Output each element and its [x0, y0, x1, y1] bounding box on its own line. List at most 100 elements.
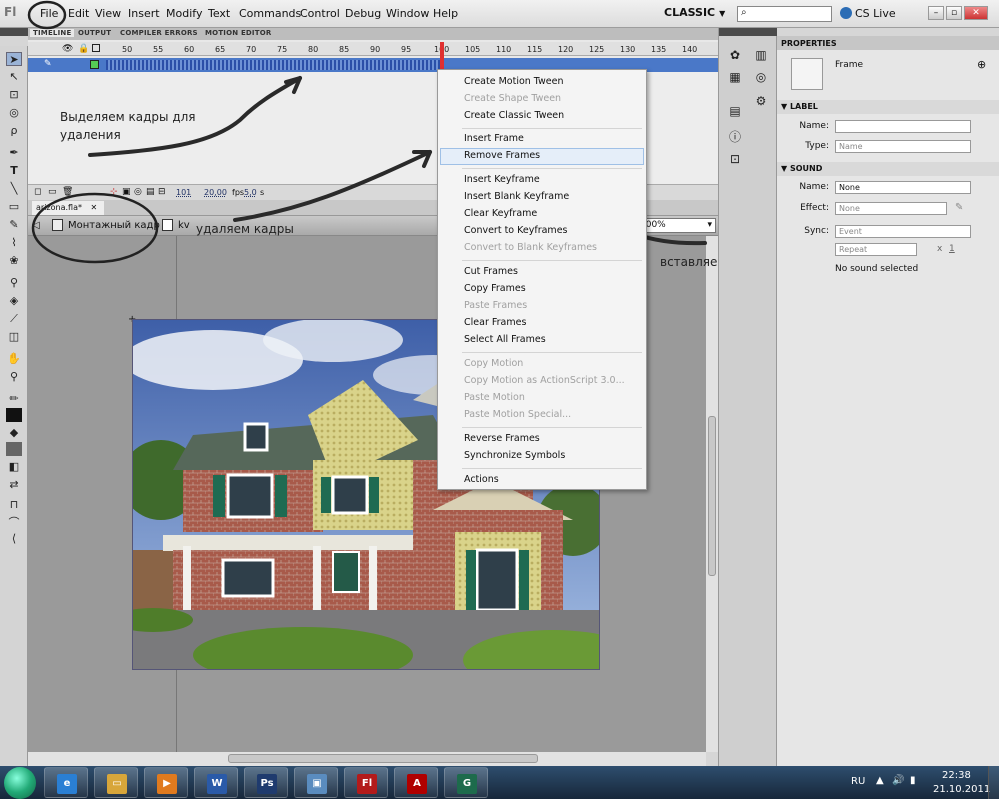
info-panel-icon[interactable]: ⓘ — [727, 128, 743, 144]
tab-motion-editor[interactable]: MOTION EDITOR — [205, 29, 271, 37]
repeat-times[interactable]: 1 — [949, 244, 955, 254]
language-indicator[interactable]: RU — [851, 776, 865, 787]
menu-item-synchronize-symbols[interactable]: Synchronize Symbols — [464, 450, 565, 461]
menu-item-convert-to-keyframes[interactable]: Convert to Keyframes — [464, 225, 567, 236]
eye-icon[interactable]: 👁 — [62, 44, 73, 54]
new-layer-icon[interactable]: ◻ — [34, 187, 41, 197]
pencil-tool-icon[interactable]: ✎ — [6, 218, 22, 232]
library-panel-icon[interactable]: ▥ — [753, 48, 769, 64]
taskbar-app[interactable]: ▶ — [144, 767, 188, 798]
taskbar-app[interactable]: G — [444, 767, 488, 798]
sound-name-select[interactable]: None — [835, 181, 971, 194]
section-label[interactable]: ▼ LABEL — [777, 100, 999, 114]
back-arrow-icon[interactable]: ◁ — [32, 220, 40, 231]
taskbar-app[interactable]: Fl — [344, 767, 388, 798]
taskbar-app[interactable]: ▭ — [94, 767, 138, 798]
menu-item-remove-frames[interactable]: Remove Frames — [464, 150, 540, 161]
menu-item-insert-frame[interactable]: Insert Frame — [464, 133, 524, 144]
menu-item-clear-frames[interactable]: Clear Frames — [464, 317, 526, 328]
show-desktop-button[interactable] — [988, 766, 999, 799]
fill-color-icon[interactable]: ◆ — [6, 426, 22, 440]
close-button[interactable]: ✕ — [964, 6, 988, 20]
zoom-select[interactable]: 100% ▾ — [636, 218, 716, 233]
fill-color-swatch[interactable] — [6, 442, 22, 456]
vertical-scrollbar[interactable] — [706, 236, 718, 752]
edit-multiple-icon[interactable]: ▤ — [146, 187, 155, 197]
menu-edit[interactable]: Edit — [68, 7, 89, 20]
document-tab[interactable]: arizona.fla* ✕ — [32, 201, 104, 215]
lasso-tool-icon[interactable]: ρ — [6, 124, 22, 138]
code-snippets-icon[interactable]: ⚙ — [753, 94, 769, 110]
paint-bucket-tool-icon[interactable]: ◈ — [6, 294, 22, 308]
scroll-thumb[interactable] — [228, 754, 538, 763]
maximize-button[interactable]: ▫ — [946, 6, 962, 20]
edit-pencil-icon[interactable]: ✎ — [955, 202, 963, 213]
taskbar-app[interactable]: e — [44, 767, 88, 798]
menu-item-insert-keyframe[interactable]: Insert Keyframe — [464, 174, 540, 185]
menu-debug[interactable]: Debug — [345, 7, 381, 20]
lock-icon[interactable]: 🔒 — [78, 44, 89, 54]
scroll-thumb[interactable] — [708, 416, 716, 576]
eraser-tool-icon[interactable]: ◫ — [6, 330, 22, 344]
clock-date[interactable]: 21.10.2011 — [933, 784, 990, 795]
snap-magnet-icon[interactable]: ⊓ — [6, 498, 22, 512]
sync-select[interactable]: Event — [835, 225, 971, 238]
text-tool-icon[interactable]: T — [6, 164, 22, 178]
frame-ruler[interactable]: 👁 🔒 50 55 60 65 70 75 80 85 90 95 100 10… — [28, 42, 718, 56]
bone-tool-icon[interactable]: ⚲ — [6, 276, 22, 290]
selection-tool-icon[interactable]: ➤ — [6, 52, 22, 66]
effect-select[interactable]: None — [835, 202, 947, 215]
tray-up-icon[interactable]: ▲ — [876, 775, 884, 786]
smooth-icon[interactable]: ⌒ — [6, 516, 22, 530]
delete-layer-icon[interactable]: 🗑 — [62, 187, 73, 197]
label-type-select[interactable]: Name — [835, 140, 971, 153]
tab-output[interactable]: OUTPUT — [78, 29, 111, 37]
help-icon[interactable]: ⊕ — [977, 58, 986, 71]
onion-outline-icon[interactable]: ◎ — [134, 187, 142, 197]
speaker-icon[interactable]: 🔊 — [892, 775, 904, 786]
transform-panel-icon[interactable]: ⊡ — [727, 152, 743, 168]
rectangle-tool-icon[interactable]: ▭ — [6, 200, 22, 214]
repeat-select[interactable]: Repeat — [835, 243, 917, 256]
menu-item-insert-blank-keyframe[interactable]: Insert Blank Keyframe — [464, 191, 569, 202]
frame-rate[interactable]: 20,00 — [204, 188, 227, 197]
stroke-color-swatch[interactable] — [6, 408, 22, 422]
menu-modify[interactable]: Modify — [166, 7, 202, 20]
menu-window[interactable]: Window — [386, 7, 429, 20]
minimize-button[interactable]: – — [928, 6, 944, 20]
free-transform-tool-icon[interactable]: ⊡ — [6, 88, 22, 102]
selected-frames[interactable] — [106, 60, 442, 70]
section-sound[interactable]: ▼ SOUND — [777, 162, 999, 176]
menu-insert[interactable]: Insert — [128, 7, 160, 20]
menu-item-clear-keyframe[interactable]: Clear Keyframe — [464, 208, 537, 219]
brush-tool-icon[interactable]: ⌇ — [6, 236, 22, 250]
line-tool-icon[interactable]: ╲ — [6, 182, 22, 196]
menu-item-select-all-frames[interactable]: Select All Frames — [464, 334, 546, 345]
taskbar-app[interactable]: Ps — [244, 767, 288, 798]
tab-timeline[interactable]: TIMELINE — [30, 29, 75, 37]
motion-presets-icon[interactable]: ◎ — [753, 70, 769, 86]
clock-time[interactable]: 22:38 — [942, 770, 971, 781]
cs-live-button[interactable]: CS Live — [840, 7, 896, 20]
close-tab-icon[interactable]: ✕ — [91, 203, 98, 212]
menu-control[interactable]: Control — [300, 7, 340, 20]
color-panel-icon[interactable]: ✿ — [727, 48, 743, 64]
pen-tool-icon[interactable]: ✒ — [6, 146, 22, 160]
menu-item-actions[interactable]: Actions — [464, 474, 499, 485]
menu-text[interactable]: Text — [208, 7, 230, 20]
taskbar-app[interactable]: A — [394, 767, 438, 798]
menu-help[interactable]: Help — [433, 7, 458, 20]
workspace-switcher[interactable]: CLASSIC ▼ — [664, 6, 725, 22]
horizontal-scrollbar[interactable] — [28, 752, 706, 766]
menu-item-reverse-frames[interactable]: Reverse Frames — [464, 433, 540, 444]
onion-skin-icon[interactable]: ▣ — [122, 187, 131, 197]
search-input[interactable]: ⌕ — [737, 6, 832, 22]
current-frame[interactable]: 101 — [176, 188, 191, 197]
menu-file[interactable]: File — [40, 7, 58, 20]
menu-item-create-motion-tween[interactable]: Create Motion Tween — [464, 76, 564, 87]
menu-item-copy-frames[interactable]: Copy Frames — [464, 283, 526, 294]
new-folder-icon[interactable]: ▭ — [48, 187, 57, 197]
menu-item-cut-frames[interactable]: Cut Frames — [464, 266, 518, 277]
black-white-icon[interactable]: ◧ — [6, 460, 22, 474]
align-panel-icon[interactable]: ▤ — [727, 104, 743, 120]
